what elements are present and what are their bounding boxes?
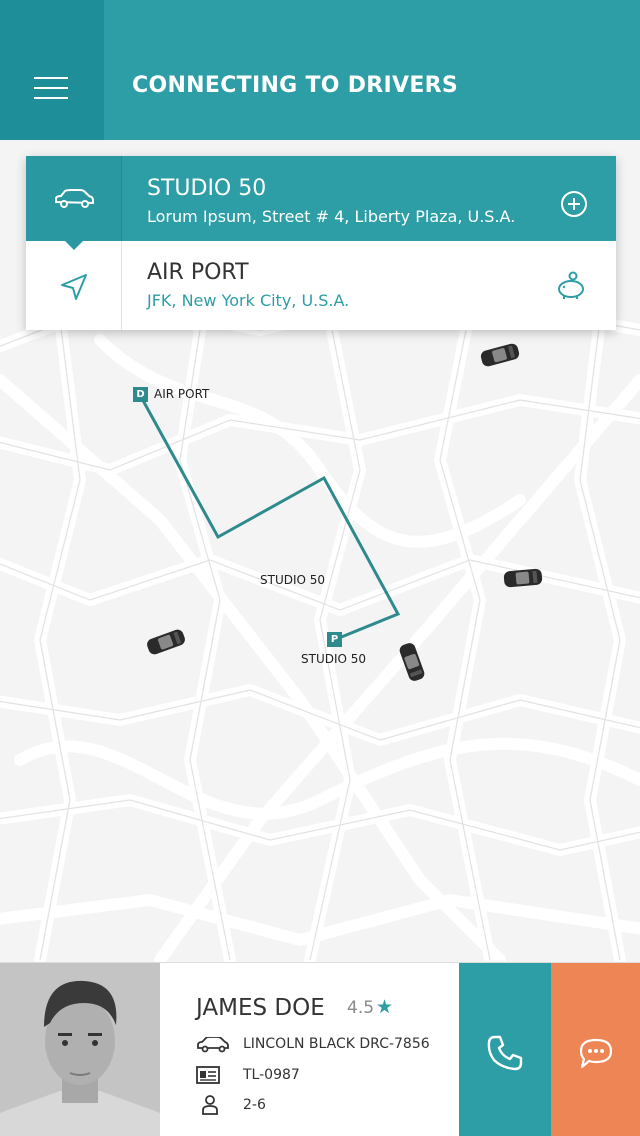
menu-button[interactable]: [0, 0, 104, 140]
pickup-row[interactable]: STUDIO 50 Lorum Ipsum, Street # 4, Liber…: [26, 156, 616, 250]
area-map-label: STUDIO 50: [260, 573, 326, 587]
car-icon: [197, 1037, 229, 1053]
chat-icon: [579, 1038, 613, 1069]
phone-icon: [487, 1035, 523, 1071]
vehicle-info: LINCOLN BLACK DRC-7856: [243, 1036, 430, 1052]
hamburger-icon: [34, 77, 68, 79]
call-button[interactable]: [459, 963, 551, 1136]
driver-panel: JAMES DOE 4.5 ★ LINCOLN BLACK DRC-7856 T…: [0, 962, 640, 1136]
app-header: CONNECTING TO DRIVERS: [0, 0, 640, 140]
pickup-address: Lorum Ipsum, Street # 4, Liberty Plaza, …: [147, 207, 516, 226]
person-icon: [202, 1095, 218, 1115]
pickup-name: STUDIO 50: [147, 176, 267, 201]
piggy-bank-icon[interactable]: [555, 271, 587, 301]
license-info: TL-0987: [243, 1067, 300, 1083]
driver-rating: 4.5: [347, 998, 375, 1018]
destination-address: JFK, New York City, U.S.A.: [147, 291, 350, 310]
plus-circle-icon[interactable]: [560, 190, 588, 218]
route-card: STUDIO 50 Lorum Ipsum, Street # 4, Liber…: [26, 156, 616, 330]
destination-pin[interactable]: D: [133, 387, 148, 402]
car-icon: [55, 189, 94, 208]
car-marker[interactable]: [503, 568, 543, 588]
pickup-map-label: STUDIO 50: [301, 652, 367, 666]
pickup-pin[interactable]: P: [327, 632, 342, 647]
chat-button[interactable]: [551, 963, 640, 1136]
page-title: CONNECTING TO DRIVERS: [132, 73, 459, 98]
destination-map-label: AIR PORT: [154, 387, 210, 401]
id-card-icon: [196, 1066, 220, 1084]
star-icon: ★: [376, 996, 394, 1018]
driver-avatar: [0, 963, 160, 1136]
navigation-arrow-icon: [61, 274, 87, 300]
destination-row[interactable]: AIR PORT JFK, New York City, U.S.A.: [26, 241, 616, 330]
driver-name: JAMES DOE: [196, 995, 325, 1021]
destination-name: AIR PORT: [147, 260, 249, 285]
capacity-info: 2-6: [243, 1097, 266, 1113]
